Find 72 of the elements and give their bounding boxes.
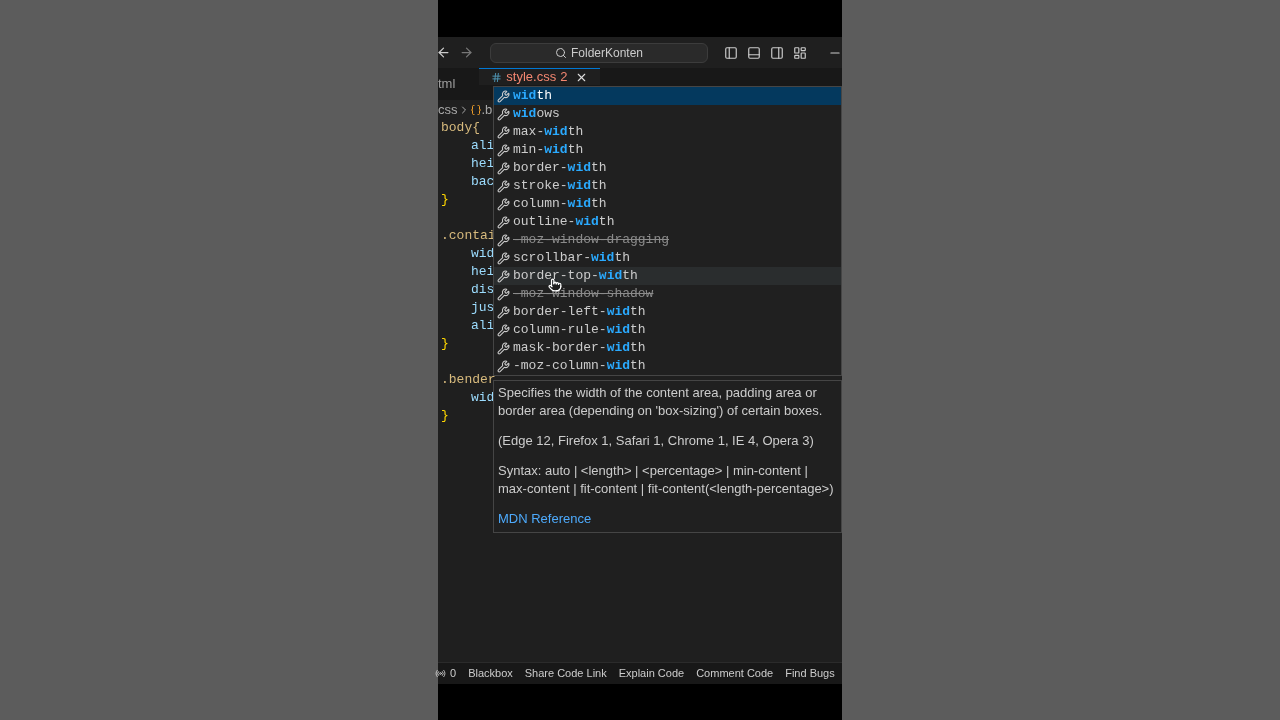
forward-arrow-icon[interactable] [459, 45, 474, 60]
wrench-icon [497, 287, 510, 301]
panel-right-icon[interactable] [770, 45, 784, 60]
wrench-icon [497, 107, 510, 121]
wrench-icon [497, 143, 510, 157]
panel-left-icon[interactable] [724, 45, 738, 60]
problem-count: 2 [560, 68, 568, 87]
status-item[interactable]: Share Code Link [524, 665, 607, 682]
mdn-reference-link[interactable]: MDN Reference [498, 510, 592, 528]
status-count[interactable]: 0 [450, 665, 457, 682]
wrench-icon [497, 161, 510, 175]
status-item[interactable]: Find Bugs [785, 665, 835, 682]
code-line: dis [470, 282, 495, 297]
broadcast-icon [435, 668, 446, 679]
suggestion-item[interactable]: mask-border-width [494, 339, 841, 357]
suggestion-item[interactable]: width [494, 87, 841, 105]
suggestion-item[interactable]: border-top-width [494, 267, 841, 285]
code-line: body{ [440, 120, 480, 135]
wrench-icon [497, 341, 510, 355]
editor-tab[interactable]: style.css 2 [479, 68, 601, 85]
wrench-icon [497, 233, 510, 247]
code-line: ali [470, 318, 495, 333]
browser-support-text: (Edge 12, Firefox 1, Safari 1, Chrome 1, IE 4, Opera 3) [498, 432, 815, 450]
wrench-icon [497, 215, 510, 229]
suggestion-item[interactable]: border-left-width [494, 303, 841, 321]
status-item[interactable]: Explain Code [618, 665, 685, 682]
code-line: wid [470, 246, 495, 261]
code-line: } [440, 336, 449, 351]
braces-icon [469, 103, 482, 116]
search-field[interactable]: FolderKonten [490, 42, 708, 63]
code-line: jus [470, 300, 495, 315]
code-line: hei [470, 156, 495, 171]
status-item[interactable]: Comment Code [696, 665, 774, 682]
breadcrumb-folder[interactable]: css [438, 99, 458, 120]
status-item[interactable]: Blackbox [468, 665, 513, 682]
wrench-icon [497, 251, 510, 265]
suggestion-item[interactable]: column-width [494, 195, 841, 213]
suggestion-item[interactable]: stroke-width [494, 177, 841, 195]
wrench-icon [497, 179, 510, 193]
code-line: } [440, 192, 449, 207]
suggestion-item[interactable]: -moz-column-width [494, 357, 841, 375]
css-file-icon [491, 71, 503, 83]
breadcrumb-symbol[interactable]: .b [481, 99, 493, 120]
suggestion-item[interactable]: scrollbar-width [494, 249, 841, 267]
wrench-icon [497, 305, 510, 319]
suggestion-item[interactable]: min-width [494, 141, 841, 159]
code-line: } [440, 408, 449, 423]
suggestion-item[interactable]: widows [494, 105, 841, 123]
wrench-icon [497, 89, 510, 103]
code-line: hei [470, 264, 495, 279]
suggestion-item[interactable]: border-width [494, 159, 841, 177]
syntax-text: Syntax: auto | <length> | <percentage> | min-content | max-content | fit-content | fit-content(<length-percentage>) [498, 462, 835, 498]
suggestion-item[interactable]: -moz-window-shadow [494, 285, 841, 303]
suggestion-item[interactable]: max-width [494, 123, 841, 141]
wrench-icon [497, 323, 510, 337]
editor-tab[interactable]: tml [438, 68, 456, 100]
suggestion-item[interactable]: -moz-window-dragging [494, 231, 841, 249]
description-text: Specifies the width of the content area, padding area or border area (depending on 'box-sizing') of certain boxes. [498, 384, 824, 420]
wrench-icon [497, 359, 510, 373]
search-icon [554, 46, 567, 59]
code-line: wid [470, 390, 495, 405]
code-line: ali [470, 138, 495, 153]
suggestion-item[interactable]: column-rule-width [494, 321, 841, 339]
code-line: .bender [440, 372, 496, 387]
wrench-icon [497, 197, 510, 211]
suggestion-item[interactable]: outline-width [494, 213, 841, 231]
code-line: bac [470, 174, 495, 189]
layout-icon[interactable] [793, 45, 807, 60]
wrench-icon [497, 125, 510, 139]
wrench-icon [497, 269, 510, 283]
code-line: .contai [440, 228, 496, 243]
panel-bottom-icon[interactable] [747, 45, 761, 60]
